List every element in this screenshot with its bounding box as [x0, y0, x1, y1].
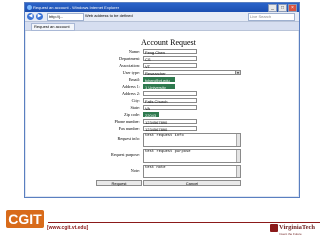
address-url-field[interactable]: http://j... [47, 13, 84, 21]
cgit-url: [www.cgit.vt.edu] [47, 225, 89, 231]
ie-icon [27, 5, 32, 10]
vt-name: VirginiaTech [279, 224, 315, 231]
address2-field[interactable] [143, 91, 197, 96]
association-label: Association: [119, 63, 140, 68]
note-value: test note [145, 166, 166, 170]
user-type-value: Researcher [145, 71, 166, 76]
request-purpose-value: test request purpose [145, 150, 191, 154]
address-bar: ◀ ▶ http://j... Web address to be define… [25, 12, 299, 22]
phone-label: Phone number: [114, 119, 140, 124]
tab-bar: Request an account [25, 22, 299, 31]
zip-field[interactable]: 22043 [143, 112, 159, 118]
virginia-tech-logo: VirginiaTech Invent the Future [270, 224, 315, 238]
minimize-icon[interactable]: _ [268, 4, 277, 12]
request-purpose-textarea[interactable]: test request purpose [143, 149, 241, 163]
address1-field[interactable]: 1 University Way [143, 84, 175, 95]
user-type-select[interactable]: Researcher ▼ [143, 70, 241, 76]
note-label: Note: [130, 168, 140, 173]
address1-label: Address 1: [121, 84, 140, 89]
scrollbar[interactable] [236, 166, 240, 177]
vt-mark-icon [270, 224, 278, 232]
search-input[interactable]: Live Search [248, 13, 295, 21]
state-field[interactable]: VA [143, 105, 197, 111]
back-icon[interactable]: ◀ [27, 13, 34, 20]
fax-label: Fax number: [118, 126, 140, 131]
user-type-label: User type: [122, 70, 140, 75]
note-textarea[interactable]: test note [143, 165, 241, 178]
tab-request-account[interactable]: Request an account [31, 23, 75, 31]
window-title: Request an account - Windows Internet Ex… [33, 5, 120, 10]
cancel-button[interactable]: Cancel [143, 180, 241, 186]
browser-window: Request an account - Windows Internet Ex… [24, 2, 300, 198]
city-label: City: [131, 98, 140, 103]
page-title: Account Request [141, 38, 196, 47]
email-field[interactable]: fchen@vt.edu [143, 77, 175, 83]
email-label: Email: [128, 77, 140, 82]
address-status: Web address to be defined [85, 13, 133, 18]
window-controls: _ □ × [268, 4, 297, 12]
request-info-value: test request info [145, 134, 184, 138]
chevron-down-icon[interactable]: ▼ [235, 71, 240, 75]
maximize-icon[interactable]: □ [278, 4, 287, 12]
state-label: State: [130, 105, 140, 110]
footer-divider [48, 222, 320, 223]
fax-field[interactable]: 1234567890 [143, 126, 197, 132]
scrollbar[interactable] [236, 134, 240, 146]
cgit-logo: CGIT [6, 210, 44, 228]
department-field[interactable]: CS [143, 56, 197, 62]
vt-tagline: Invent the Future [279, 232, 302, 236]
request-purpose-label: Request purpose: [111, 152, 140, 157]
request-info-label: Request info: [117, 136, 140, 141]
address2-label: Address 2: [121, 91, 140, 96]
forward-icon[interactable]: ▶ [36, 13, 43, 20]
scrollbar[interactable] [236, 150, 240, 162]
association-field[interactable]: VT [143, 63, 197, 69]
request-button[interactable]: Request [96, 180, 142, 186]
request-info-textarea[interactable]: test request info [143, 133, 241, 147]
zip-label: Zip code: [124, 112, 140, 117]
window-titlebar: Request an account - Windows Internet Ex… [25, 3, 299, 12]
name-label: Name: [128, 49, 140, 54]
page-content: Account Request Name: Feng Chen Departme… [26, 31, 298, 196]
name-field[interactable]: Feng Chen [143, 49, 197, 55]
phone-field[interactable]: 1234567890 [143, 119, 197, 125]
department-label: Department: [119, 56, 140, 61]
city-field[interactable]: Falls Church [143, 98, 197, 104]
close-icon[interactable]: × [288, 4, 297, 12]
